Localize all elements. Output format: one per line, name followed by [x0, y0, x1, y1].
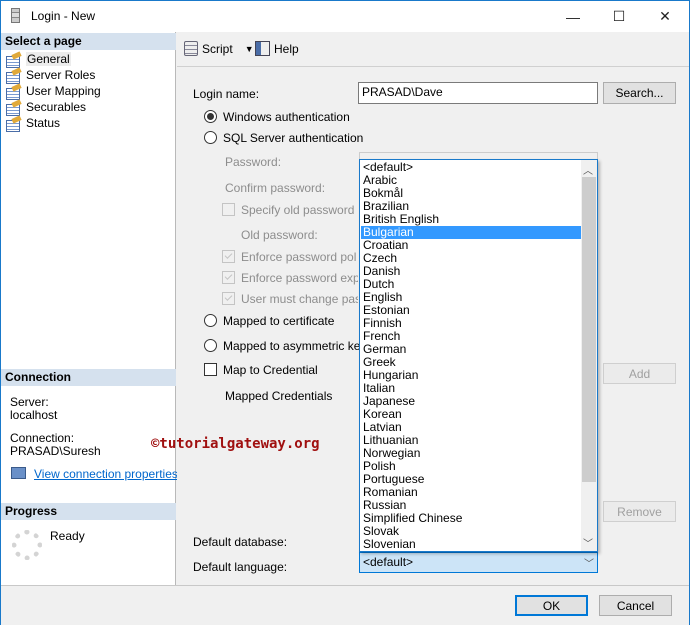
- close-button[interactable]: ✕: [642, 1, 688, 32]
- page-icon: [5, 101, 22, 116]
- sidebar-item-status[interactable]: Status: [5, 115, 60, 132]
- scroll-down-icon[interactable]: ﹀: [583, 535, 593, 550]
- progress-header: Progress: [1, 503, 176, 520]
- mapped-key-label: Mapped to asymmetric key: [223, 339, 367, 353]
- mapped-credentials-label: Mapped Credentials: [225, 389, 333, 403]
- toolbar: Script ▼ Help: [177, 32, 689, 67]
- login-name-label: Login name:: [193, 87, 260, 101]
- help-button[interactable]: Help: [255, 41, 299, 56]
- login-dialog: Login - New — ☐ ✕ Select a page General …: [0, 0, 690, 625]
- specify-old-password-checkbox[interactable]: [222, 203, 235, 216]
- enforce-expiration-checkbox[interactable]: [222, 271, 235, 284]
- sql-auth-label: SQL Server authentication: [223, 131, 364, 145]
- mapped-certificate-radio[interactable]: [204, 314, 217, 327]
- script-icon: [184, 41, 198, 56]
- language-dropdown-list[interactable]: <default> Arabic Bokmål Brazilian British En…: [359, 159, 598, 552]
- connection-label: Connection:: [10, 431, 75, 445]
- page-icon: [5, 117, 22, 132]
- enforce-expiration-label: Enforce password expirat: [241, 271, 358, 285]
- connection-value: PRASAD\Suresh: [10, 444, 101, 458]
- dropdown-arrow-icon: ▼: [244, 43, 254, 54]
- search-button[interactable]: Search...: [603, 82, 676, 104]
- progress-status: Ready: [50, 529, 85, 543]
- mapped-certificate-label: Mapped to certificate: [223, 314, 335, 328]
- server-label: Server:: [10, 395, 49, 409]
- specify-old-password-label: Specify old password: [241, 203, 355, 217]
- sidebar-item-general[interactable]: General: [5, 51, 71, 68]
- enforce-policy-label: Enforce password policy: [241, 250, 357, 264]
- ok-button[interactable]: OK: [515, 595, 588, 616]
- window-title: Login - New: [31, 9, 96, 23]
- page-icon: [5, 69, 22, 84]
- view-connection-properties-link[interactable]: View connection properties: [34, 467, 178, 481]
- old-password-label: Old password:: [241, 228, 318, 242]
- remove-button[interactable]: Remove: [603, 501, 676, 522]
- default-language-label: Default language:: [193, 560, 288, 574]
- default-database-label: Default database:: [193, 535, 288, 549]
- sidebar-item-server-roles[interactable]: Server Roles: [5, 67, 95, 84]
- add-button[interactable]: Add: [603, 363, 676, 384]
- must-change-label: User must change passw: [241, 292, 358, 306]
- cancel-button[interactable]: Cancel: [599, 595, 672, 616]
- sidebar-item-securables[interactable]: Securables: [5, 99, 86, 116]
- server-value: localhost: [10, 408, 58, 422]
- connection-header: Connection: [1, 369, 176, 386]
- map-credential-checkbox[interactable]: [204, 363, 217, 376]
- minimize-button[interactable]: —: [550, 1, 596, 32]
- password-label: Password:: [225, 155, 282, 169]
- language-option[interactable]: Danish: [361, 265, 581, 278]
- title-bar: Login - New — ☐ ✕: [1, 1, 689, 32]
- help-icon: [255, 41, 270, 56]
- script-button[interactable]: Script ▼: [184, 41, 254, 56]
- sidebar-item-user-mapping[interactable]: User Mapping: [5, 83, 101, 100]
- scrollbar-thumb[interactable]: [582, 177, 596, 482]
- page-icon: [5, 53, 22, 68]
- windows-auth-radio[interactable]: [204, 110, 217, 123]
- maximize-button[interactable]: ☐: [596, 1, 642, 32]
- watermark: ©tutorialgateway.org: [151, 436, 320, 452]
- scroll-up-icon[interactable]: ︿: [583, 162, 593, 177]
- confirm-password-label: Confirm password:: [225, 181, 326, 195]
- server-icon: [11, 8, 20, 23]
- select-page-header: Select a page: [1, 33, 176, 50]
- connection-properties-icon: [11, 467, 26, 479]
- progress-spinner-icon: [12, 530, 42, 560]
- mapped-key-radio[interactable]: [204, 339, 217, 352]
- page-icon: [5, 85, 22, 100]
- language-option[interactable]: Slovenian: [361, 538, 581, 551]
- default-language-select[interactable]: <default> ﹀: [359, 552, 598, 573]
- map-credential-label: Map to Credential: [223, 363, 318, 377]
- login-name-input[interactable]: PRASAD\Dave: [358, 82, 598, 104]
- must-change-checkbox[interactable]: [222, 292, 235, 305]
- enforce-policy-checkbox[interactable]: [222, 250, 235, 263]
- chevron-down-icon: ﹀: [584, 559, 594, 570]
- windows-auth-label: Windows authentication: [223, 110, 350, 124]
- sql-auth-radio[interactable]: [204, 131, 217, 144]
